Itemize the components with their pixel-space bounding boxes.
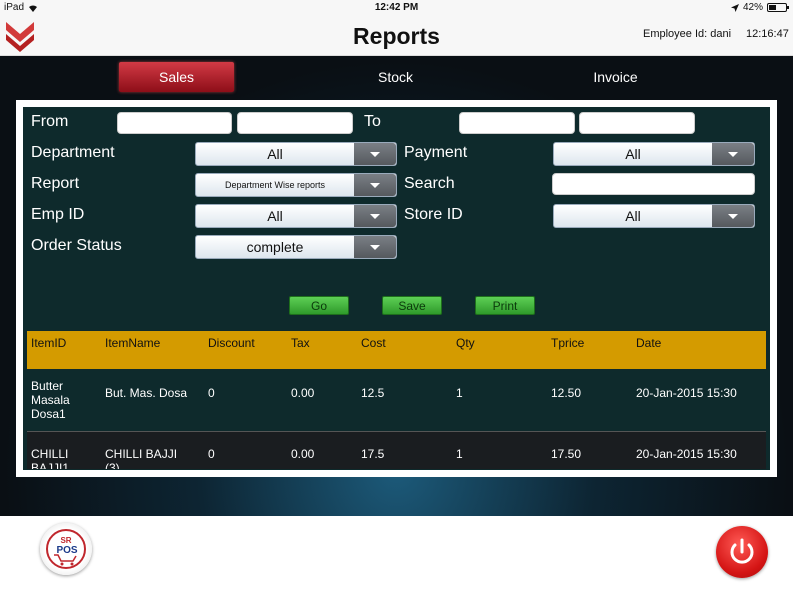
tab-stock[interactable]: Stock <box>338 62 453 92</box>
power-button[interactable] <box>716 526 768 578</box>
department-value: All <box>267 146 283 162</box>
chevron-down-icon[interactable] <box>712 143 754 165</box>
chevron-down-icon[interactable] <box>354 236 396 258</box>
cart-logo-icon: SR POS <box>46 529 86 569</box>
cell-date: 20-Jan-2015 15:30 <box>636 386 737 400</box>
print-button[interactable]: Print <box>475 296 535 315</box>
store-id-value: All <box>625 208 641 224</box>
cell-tax: 0.00 <box>291 447 315 461</box>
status-bar: iPad 12:42 PM 42% <box>0 0 793 16</box>
cell-itemname: But. Mas. Dosa <box>105 386 188 400</box>
header-clock: 12:16:47 <box>746 28 789 40</box>
cell-cost: 12.5 <box>361 386 385 400</box>
chevron-down-icon[interactable] <box>354 143 396 165</box>
cell-itemname: CHILLI BAJJI (3) <box>105 447 178 469</box>
cell-itemid: CHILLI BAJJI1 <box>31 447 70 469</box>
payment-select[interactable]: All <box>553 142 755 166</box>
table-header: ItemID ItemName Discount Tax Cost Qty Tp… <box>27 331 766 369</box>
table-row[interactable]: Butter Masala Dosa1 But. Mas. Dosa 0 0.0… <box>27 369 766 431</box>
department-select[interactable]: All <box>195 142 397 166</box>
tab-invoice[interactable]: Invoice <box>558 62 673 92</box>
report-select[interactable]: Department Wise reports <box>195 173 397 197</box>
order-status-value: complete <box>246 239 304 255</box>
app-header: Reports Employee Id: dani 12:16:47 <box>0 16 793 56</box>
save-button[interactable]: Save <box>382 296 442 315</box>
location-arrow-icon <box>730 3 739 12</box>
emp-id-value: All <box>267 208 283 224</box>
cell-discount: 0 <box>208 447 215 461</box>
battery-percent: 42% <box>742 2 763 13</box>
cell-tax: 0.00 <box>291 386 315 400</box>
report-panel: From To Department All Payment All Repor… <box>16 100 777 477</box>
cell-tprice: 12.50 <box>551 386 582 400</box>
power-icon <box>730 538 754 564</box>
cell-qty: 1 <box>456 386 463 400</box>
payment-label: Payment <box>404 144 468 161</box>
to-label: To <box>364 113 381 130</box>
cell-cost: 17.5 <box>361 447 385 461</box>
srpos-logo[interactable]: SR POS <box>40 523 92 575</box>
tab-sales[interactable]: Sales <box>119 62 234 92</box>
col-itemid: ItemID <box>31 336 67 350</box>
svg-text:SR: SR <box>60 536 71 545</box>
from-date-field[interactable] <box>117 112 232 134</box>
to-time-field[interactable] <box>579 112 695 134</box>
go-button[interactable]: Go <box>289 296 349 315</box>
search-input[interactable] <box>552 173 755 195</box>
report-panel-inner: From To Department All Payment All Repor… <box>23 107 770 470</box>
to-date-field[interactable] <box>459 112 575 134</box>
report-tabs: Sales Stock Invoice <box>8 62 784 92</box>
employee-id: Employee Id: dani <box>643 28 732 40</box>
col-qty: Qty <box>456 336 475 350</box>
col-tprice: Tprice <box>551 336 585 350</box>
from-time-field[interactable] <box>237 112 353 134</box>
chevron-down-icon[interactable] <box>712 205 754 227</box>
search-label: Search <box>404 175 455 192</box>
status-right: 42% <box>730 2 789 13</box>
battery-icon <box>767 3 789 12</box>
col-discount: Discount <box>208 336 255 350</box>
cell-date: 20-Jan-2015 15:30 <box>636 447 737 461</box>
cell-qty: 1 <box>456 447 463 461</box>
payment-value: All <box>625 146 641 162</box>
col-cost: Cost <box>361 336 386 350</box>
chevron-down-icon[interactable] <box>354 205 396 227</box>
order-status-label: Order Status <box>31 237 122 254</box>
status-time: 12:42 PM <box>374 2 419 13</box>
col-tax: Tax <box>291 336 310 350</box>
from-label: From <box>31 113 69 130</box>
chevron-down-icon[interactable] <box>354 174 396 196</box>
cell-itemid: Butter Masala Dosa1 <box>31 379 70 421</box>
svg-text:POS: POS <box>56 545 77 556</box>
emp-id-label: Emp ID <box>31 206 85 223</box>
report-label: Report <box>31 175 80 192</box>
cell-discount: 0 <box>208 386 215 400</box>
store-id-select[interactable]: All <box>553 204 755 228</box>
main-area: Sales Stock Invoice From To Department A… <box>0 56 793 516</box>
store-id-label: Store ID <box>404 206 463 223</box>
cell-tprice: 17.50 <box>551 447 582 461</box>
emp-id-select[interactable]: All <box>195 204 397 228</box>
col-date: Date <box>636 336 662 350</box>
col-itemname: ItemName <box>105 336 161 350</box>
order-status-select[interactable]: complete <box>195 235 397 259</box>
table-row[interactable]: CHILLI BAJJI1 CHILLI BAJJI (3) 0 0.00 17… <box>27 431 766 469</box>
report-value: Department Wise reports <box>224 180 326 190</box>
app-footer: SR POS <box>0 516 793 595</box>
department-label: Department <box>31 144 115 161</box>
